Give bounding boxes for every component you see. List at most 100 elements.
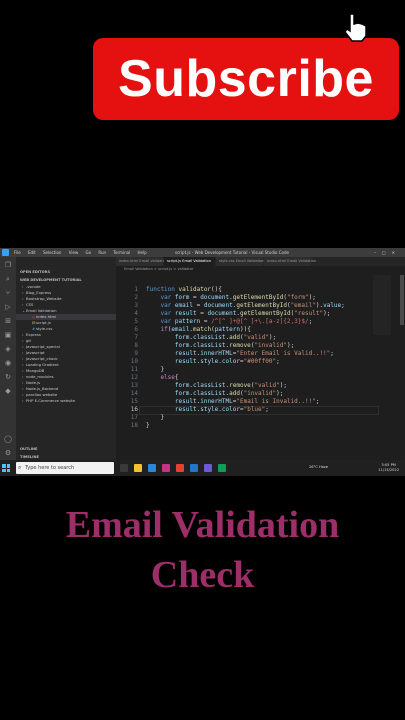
- open-editors-header[interactable]: OPEN EDITORS: [20, 270, 50, 274]
- run-debug-icon[interactable]: ▷: [4, 303, 12, 311]
- editor-tabs: index.html Email Validation script.js Em…: [116, 257, 405, 266]
- maximize-icon[interactable]: □: [382, 250, 392, 255]
- code-line: form.classList.add("valid");: [174, 334, 277, 341]
- code-editor[interactable]: 1 2 3 4 5 6 7 8 9 10 11 12 13 14 15 16 1…: [116, 286, 405, 456]
- line-number: 11: [130, 366, 138, 373]
- account-icon[interactable]: ◯: [4, 435, 12, 443]
- code-line: form.classList.remove("invalid");: [174, 342, 295, 349]
- file-explorer-icon[interactable]: [134, 464, 142, 472]
- code-line: function validator(){: [146, 286, 222, 293]
- gear-icon[interactable]: ⚙: [4, 449, 12, 457]
- search-icon[interactable]: ⌕: [4, 275, 12, 283]
- outline-header[interactable]: OUTLINE: [20, 447, 38, 451]
- line-number: 15: [130, 398, 138, 405]
- line-number: 13: [130, 382, 138, 389]
- line-number: 4: [134, 310, 138, 317]
- remote-icon[interactable]: ▣: [4, 331, 12, 339]
- hand-cursor-icon: [344, 13, 367, 42]
- tab-index-html-2[interactable]: index.html Email Validation: [264, 257, 316, 266]
- subscribe-button[interactable]: Subscribe: [93, 38, 399, 120]
- search-icon: ⌕: [18, 464, 22, 471]
- vscode-taskbar-icon[interactable]: [190, 464, 198, 472]
- app-icon-2[interactable]: [218, 464, 226, 472]
- code-line: form.classList.remove("valid");: [174, 382, 287, 389]
- windows-start-icon[interactable]: [2, 464, 10, 472]
- code-line: form.classList.add("invalid");: [174, 390, 284, 397]
- video-caption: Email Validation Check: [0, 500, 405, 600]
- live-share-icon[interactable]: ↻: [4, 373, 12, 381]
- tab-script-js[interactable]: script.js Email Validation: [164, 257, 216, 266]
- menu-terminal[interactable]: Terminal: [113, 250, 130, 255]
- line-number: 18: [130, 422, 138, 429]
- breadcrumb[interactable]: Email Validation > script.js > validator: [124, 267, 193, 271]
- window-controls[interactable]: –□✕: [374, 248, 401, 257]
- extensions-icon[interactable]: ⊞: [4, 317, 12, 325]
- line-number: 2: [134, 294, 138, 301]
- edge-icon[interactable]: [148, 464, 156, 472]
- vertical-scrollbar[interactable]: [399, 275, 405, 455]
- window-title: script.js - Web Development Tutorial - V…: [175, 250, 289, 255]
- line-number: 16: [130, 406, 138, 413]
- code-line: }: [146, 422, 150, 429]
- code-line: if(email.match(pattern)){: [160, 326, 251, 333]
- caption-line-1: Email Validation: [65, 504, 340, 546]
- code-line: result.innerHTML="Email is Invalid..!!";: [174, 398, 320, 405]
- line-number: 8: [134, 342, 138, 349]
- chrome-icon[interactable]: [176, 464, 184, 472]
- minimize-icon[interactable]: –: [374, 250, 382, 255]
- code-line: result.style.color="#00ff00";: [174, 358, 280, 365]
- store-icon[interactable]: [162, 464, 170, 472]
- explorer-sidebar: OPEN EDITORS WEB DEVELOPMENT TUTORIAL ›.…: [16, 257, 116, 462]
- line-number: 9: [134, 350, 138, 357]
- tab-style-css[interactable]: style.css Email Validation: [216, 257, 264, 266]
- project-header[interactable]: WEB DEVELOPMENT TUTORIAL: [20, 278, 82, 282]
- line-number: 5: [134, 318, 138, 325]
- tab-index-html[interactable]: index.html Email Validation: [116, 257, 168, 266]
- windows-taskbar: ⌕ Type here to search 26°C Haze 3:05 PM …: [0, 460, 405, 476]
- tree-item[interactable]: › PHP E-Commerce website: [16, 398, 116, 404]
- menu-file[interactable]: File: [14, 250, 21, 255]
- activity-bar: ❐ ⌕ ⑂ ▷ ⊞ ▣ ◈ ◉ ↻ ◆ ◯ ⚙: [0, 257, 16, 462]
- menu-view[interactable]: View: [69, 250, 79, 255]
- line-number: 10: [130, 358, 138, 365]
- source-control-icon[interactable]: ⑂: [4, 289, 12, 297]
- menu-run[interactable]: Run: [98, 250, 106, 255]
- git-icon[interactable]: ◈: [4, 345, 12, 353]
- menu-help[interactable]: Help: [137, 250, 146, 255]
- taskbar-search-input[interactable]: ⌕ Type here to search: [16, 462, 114, 474]
- menu-bar: File Edit Selection View Go Run Terminal…: [14, 248, 153, 257]
- timeline-header[interactable]: TIMELINE: [20, 455, 39, 459]
- clock-date: 11/15/2022: [378, 468, 399, 472]
- code-line: var email = document.getElementById("ema…: [160, 302, 345, 309]
- weather-widget[interactable]: 26°C Haze: [309, 465, 328, 469]
- code-line: }: [146, 414, 165, 421]
- task-view-icon[interactable]: [120, 464, 128, 472]
- code-line: var pattern = /^[^ ]+@[^ ]+\.[a-z]{2,3}$…: [160, 318, 313, 325]
- database-icon[interactable]: ◉: [4, 359, 12, 367]
- line-number: 7: [134, 334, 138, 341]
- menu-go[interactable]: Go: [86, 250, 92, 255]
- code-line: }: [146, 366, 165, 373]
- line-number: 3: [134, 302, 138, 309]
- code-line: var result = document.getElementById("re…: [160, 310, 331, 317]
- taskbar-search-placeholder: Type here to search: [25, 465, 75, 471]
- line-number: 14: [130, 390, 138, 397]
- docker-icon[interactable]: ◆: [4, 387, 12, 395]
- close-icon[interactable]: ✕: [392, 250, 401, 255]
- editor-area: index.html Email Validation script.js Em…: [116, 257, 405, 462]
- line-number: 12: [130, 374, 138, 381]
- line-number: 1: [134, 286, 138, 293]
- line-number: 6: [134, 326, 138, 333]
- vscode-window: File Edit Selection View Go Run Terminal…: [0, 248, 405, 476]
- title-bar: File Edit Selection View Go Run Terminal…: [0, 248, 405, 257]
- explorer-icon[interactable]: ❐: [4, 261, 12, 269]
- caption-line-2: Check: [150, 554, 255, 596]
- scrollbar-thumb[interactable]: [400, 275, 404, 325]
- menu-selection[interactable]: Selection: [43, 250, 61, 255]
- code-line: result.innerHTML="Enter Email is Valid..…: [174, 350, 334, 357]
- line-number: 17: [130, 414, 138, 421]
- menu-edit[interactable]: Edit: [28, 250, 36, 255]
- clock[interactable]: 3:05 PM 11/15/2022: [378, 463, 399, 473]
- app-icon[interactable]: [204, 464, 212, 472]
- minimap[interactable]: [373, 275, 391, 335]
